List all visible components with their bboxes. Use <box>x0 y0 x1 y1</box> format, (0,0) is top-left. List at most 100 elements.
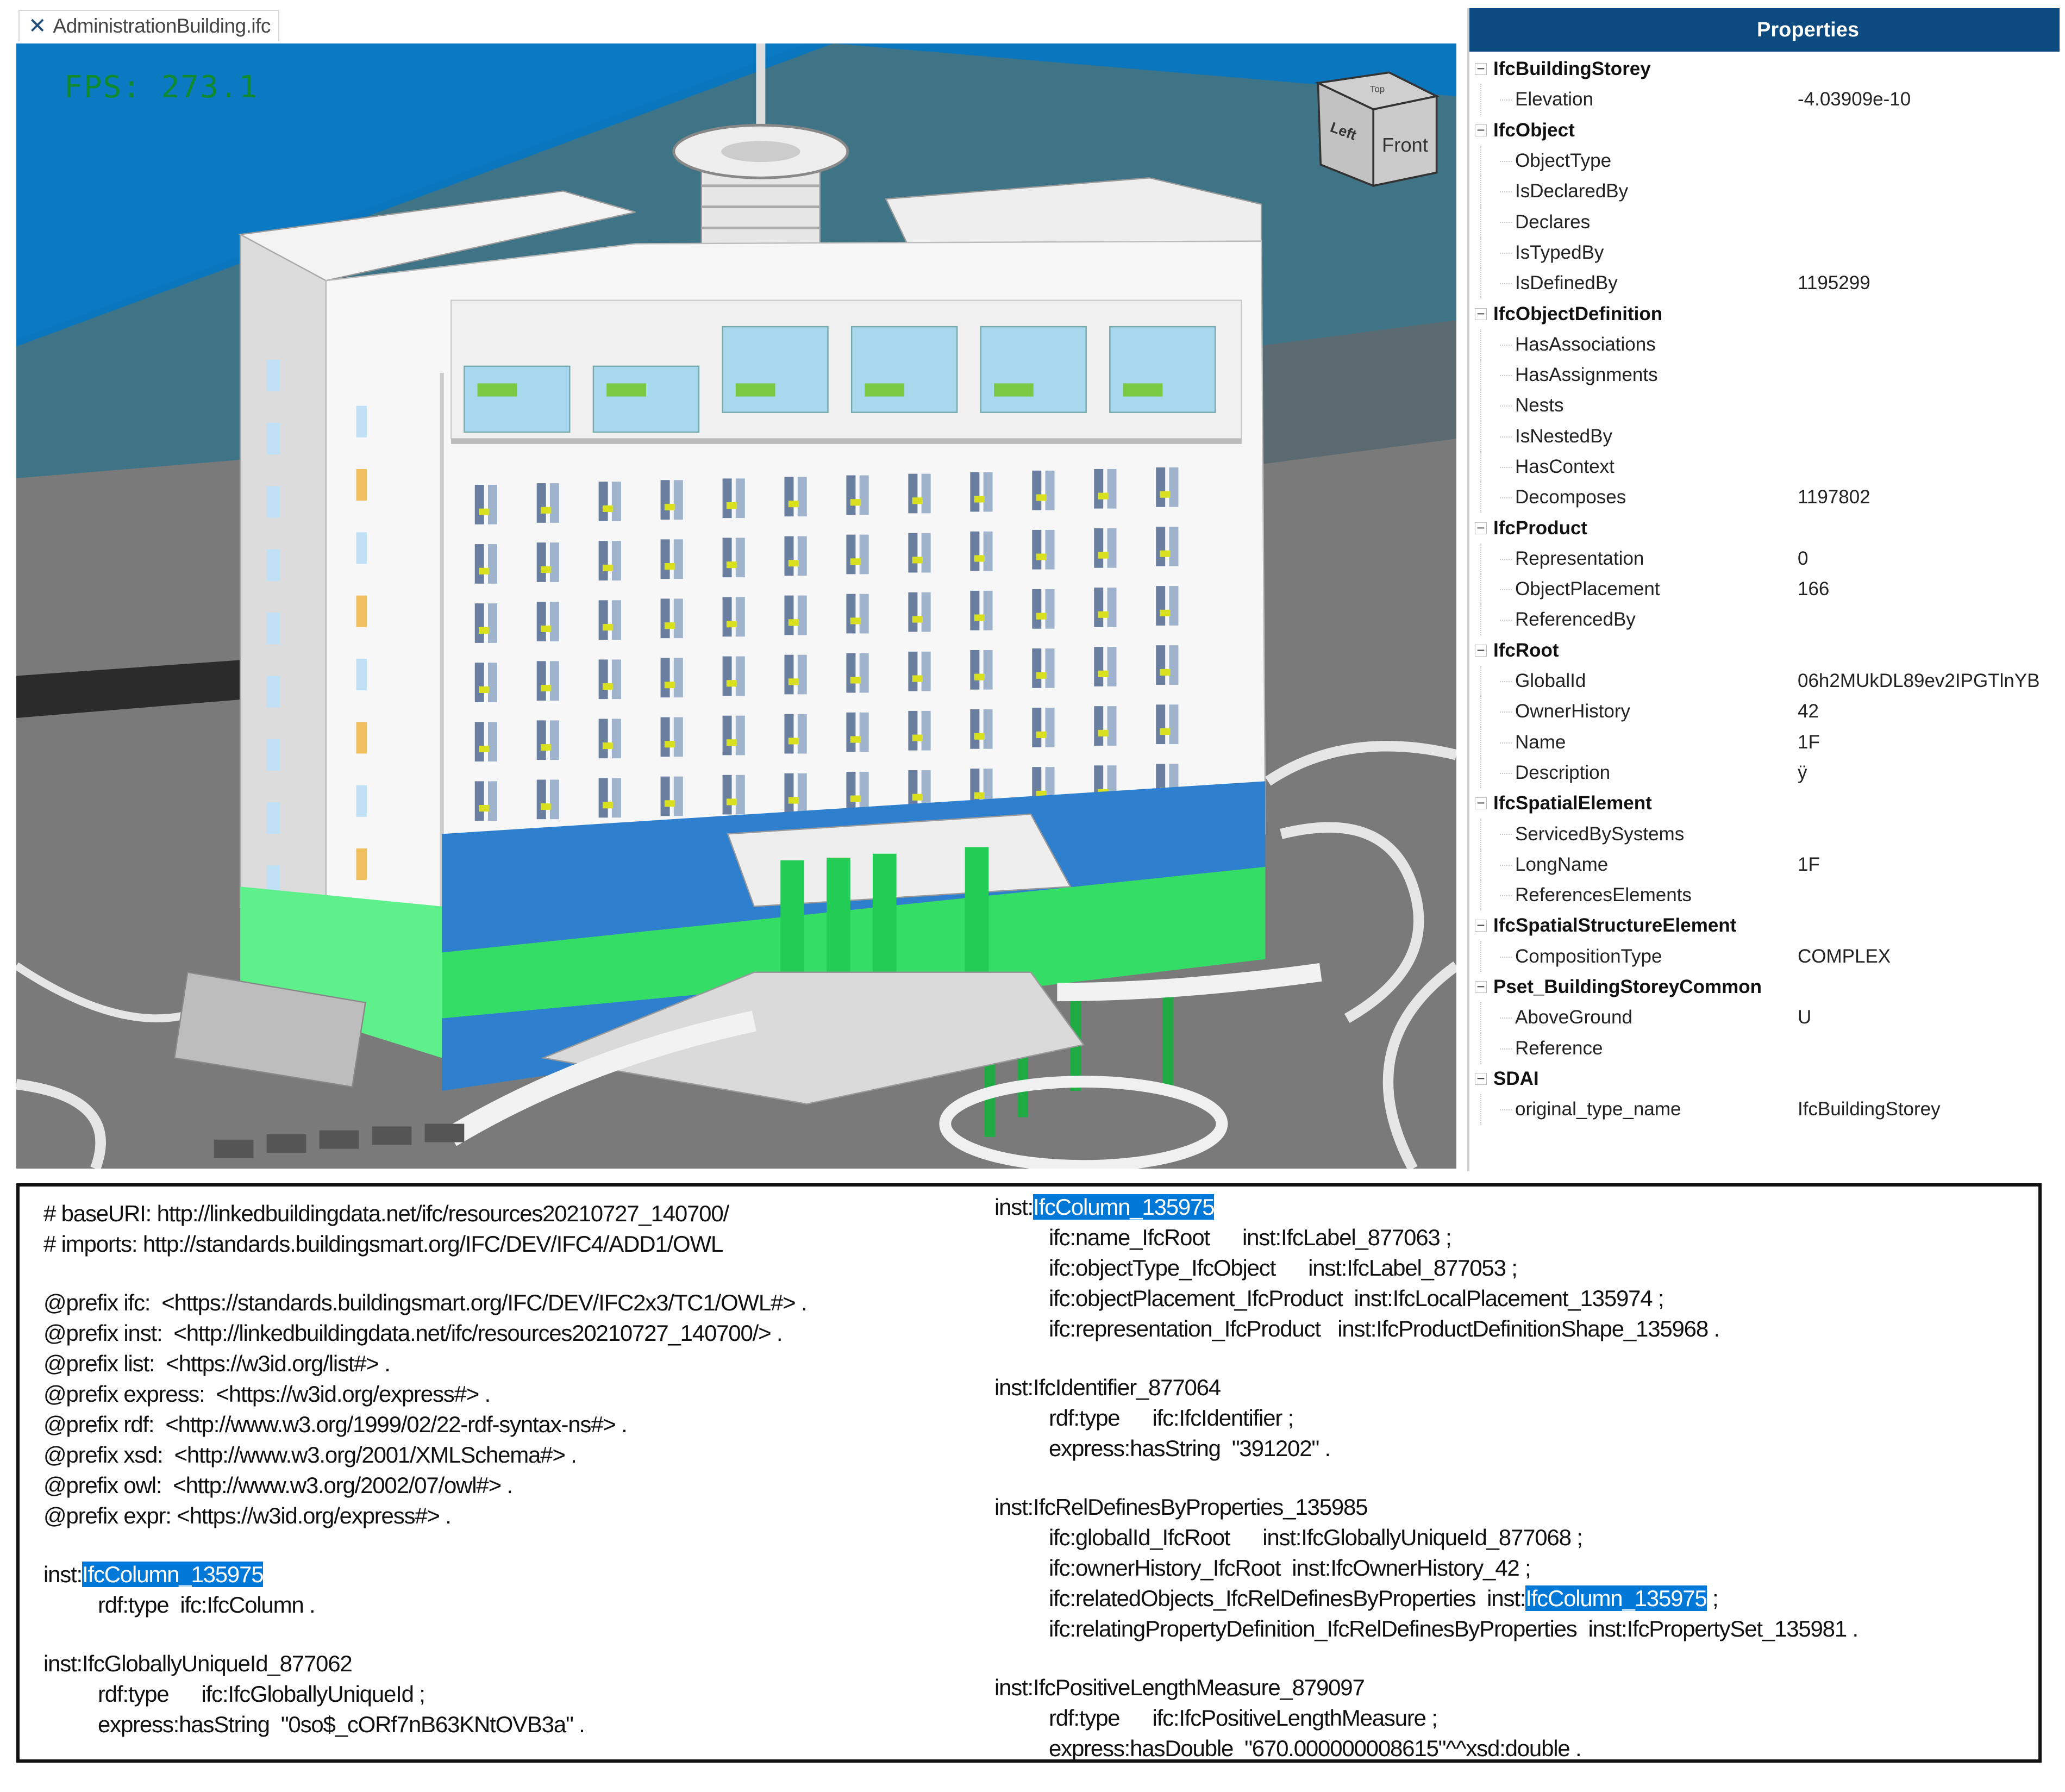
code-text: ifc:objectPlacement_IfcProduct inst:IfcL… <box>1049 1285 1664 1311</box>
window <box>797 595 807 635</box>
property-row[interactable]: Decomposes 1197802 <box>1469 482 2060 513</box>
window <box>549 779 559 820</box>
collapse-icon[interactable]: − <box>1475 979 1487 994</box>
building-model[interactable]: Front Left Top <box>16 43 1456 1169</box>
highlighted-match[interactable]: IfcColumn_135975 <box>1033 1194 1215 1220</box>
file-tab[interactable]: ✕ AdministrationBuilding.ifc <box>18 10 279 41</box>
view-cube[interactable]: Front Left Top <box>1315 71 1440 188</box>
property-row[interactable]: ObjectType <box>1469 145 2060 177</box>
property-group[interactable]: − Pset_BuildingStoreyCommon <box>1469 972 2060 1002</box>
turtle-code-panel[interactable]: # baseURI: http://linkedbuildingdata.net… <box>16 1183 2042 1763</box>
property-row[interactable]: Representation 0 <box>1469 543 2060 575</box>
window-accent <box>1160 609 1171 616</box>
window <box>1169 704 1179 745</box>
property-row[interactable]: HasContext <box>1469 451 2060 483</box>
code-column-right: inst:IfcColumn_135975 ifc:name_IfcRoot ins… <box>994 1192 1858 1792</box>
code-line: @prefix list: <https://w3id.org/list#> . <box>43 1348 806 1379</box>
property-group[interactable]: − IfcObject <box>1469 115 2060 146</box>
property-group[interactable]: − IfcProduct <box>1469 513 2060 543</box>
property-row[interactable]: ReferencesElements <box>1469 880 2060 911</box>
property-label: Elevation <box>1515 89 1593 110</box>
window-accent <box>664 563 675 570</box>
window <box>611 719 621 759</box>
window <box>797 477 807 517</box>
window <box>1169 527 1179 566</box>
property-row[interactable]: Description ÿ <box>1469 757 2060 789</box>
side-window <box>266 486 280 518</box>
collapse-icon[interactable]: − <box>1475 1071 1487 1085</box>
close-icon[interactable]: ✕ <box>28 15 47 37</box>
property-row[interactable]: ReferencedBy <box>1469 604 2060 635</box>
collapse-icon[interactable]: − <box>1475 307 1487 321</box>
property-label: Description <box>1515 761 1611 783</box>
3d-viewport[interactable]: Front Left Top FPS: 273.1 <box>16 43 1456 1169</box>
window <box>1107 469 1117 509</box>
property-row[interactable]: IsDefinedBy 1195299 <box>1469 268 2060 299</box>
code-text: # imports: http://standards.buildingsmar… <box>43 1231 723 1257</box>
collapse-icon[interactable]: − <box>1475 521 1487 535</box>
property-value: U <box>1798 1007 1812 1028</box>
window <box>1094 706 1104 746</box>
property-group[interactable]: − IfcSpatialElement <box>1469 788 2060 819</box>
window-accent <box>974 555 985 562</box>
collapse-icon[interactable]: − <box>1475 918 1487 932</box>
property-row[interactable]: LongName 1F <box>1469 849 2060 881</box>
window-accent <box>1036 672 1047 679</box>
view-cube-top[interactable]: Top <box>1370 84 1385 95</box>
collapse-icon[interactable]: − <box>1475 123 1487 137</box>
highlighted-match[interactable]: IfcColumn_135975 <box>82 1562 264 1587</box>
property-row[interactable]: Name 1F <box>1469 727 2060 758</box>
collapse-icon[interactable]: − <box>1475 61 1487 76</box>
property-row[interactable]: Nests <box>1469 390 2060 421</box>
window <box>549 483 559 523</box>
property-row[interactable]: IsNestedBy <box>1469 421 2060 452</box>
window <box>536 542 546 582</box>
property-label: ReferencesElements <box>1515 884 1692 906</box>
property-value: IfcBuildingStorey <box>1798 1098 1941 1120</box>
property-row[interactable]: original_type_name IfcBuildingStorey <box>1469 1094 2060 1125</box>
property-row[interactable]: Reference <box>1469 1033 2060 1064</box>
property-group[interactable]: − IfcBuildingStorey <box>1469 54 2060 84</box>
property-row[interactable]: AboveGround U <box>1469 1002 2060 1033</box>
property-row[interactable]: IsTypedBy <box>1469 237 2060 269</box>
code-text: rdf:type <box>1049 1405 1121 1431</box>
side-window <box>356 532 367 564</box>
window-accent <box>664 682 675 689</box>
code-text: @prefix inst: <http://linkedbuildingdata… <box>43 1320 783 1346</box>
property-group[interactable]: − SDAI <box>1469 1064 2060 1094</box>
property-row[interactable]: GlobalId 06h2MUkDL89ev2IPGTlnYB <box>1469 665 2060 697</box>
property-row[interactable]: Declares <box>1469 207 2060 238</box>
collapse-icon[interactable]: − <box>1475 643 1487 657</box>
property-row[interactable]: HasAssociations <box>1469 329 2060 360</box>
code-line: @prefix rdf: <http://www.w3.org/1999/02/… <box>43 1409 806 1440</box>
code-text: rdf:type <box>98 1681 170 1707</box>
property-row[interactable]: ServicedBySystems <box>1469 819 2060 850</box>
window-accent <box>912 794 923 801</box>
property-group[interactable]: − IfcObjectDefinition <box>1469 298 2060 329</box>
glass-box <box>464 365 571 433</box>
property-label: Decomposes <box>1515 486 1626 508</box>
property-row[interactable]: HasAssignments <box>1469 359 2060 391</box>
window <box>908 592 918 632</box>
property-group[interactable]: − IfcSpatialStructureElement <box>1469 910 2060 941</box>
property-row[interactable]: CompositionType COMPLEX <box>1469 941 2060 972</box>
highlighted-match[interactable]: IfcColumn_135975 <box>1525 1585 1707 1611</box>
view-cube-front[interactable]: Front <box>1382 134 1428 156</box>
code-line: inst:IfcColumn_135975 <box>43 1559 806 1590</box>
window-accent <box>1036 553 1047 560</box>
property-group[interactable]: − IfcRoot <box>1469 635 2060 666</box>
collapse-icon[interactable]: − <box>1475 796 1487 810</box>
code-line: ifc:objectType_IfcObject inst:IfcLabel_87… <box>994 1253 1858 1283</box>
property-group-name: IfcObjectDefinition <box>1493 303 1663 324</box>
property-row[interactable]: ObjectPlacement 166 <box>1469 574 2060 605</box>
window <box>549 602 559 641</box>
window-accent <box>974 614 985 621</box>
code-text: @prefix express: <https://w3id.org/expre… <box>43 1381 491 1407</box>
property-row[interactable]: Elevation -4.03909e-10 <box>1469 84 2060 115</box>
property-row[interactable]: IsDeclaredBy <box>1469 176 2060 207</box>
code-text: ifc:IfcGloballyUniqueId ; <box>201 1681 425 1707</box>
window-accent <box>726 798 737 806</box>
properties-tree[interactable]: − IfcBuildingStorey Elevation -4.03909e-10−… <box>1469 52 2060 1125</box>
property-row[interactable]: OwnerHistory 42 <box>1469 696 2060 727</box>
side-window <box>356 469 367 501</box>
